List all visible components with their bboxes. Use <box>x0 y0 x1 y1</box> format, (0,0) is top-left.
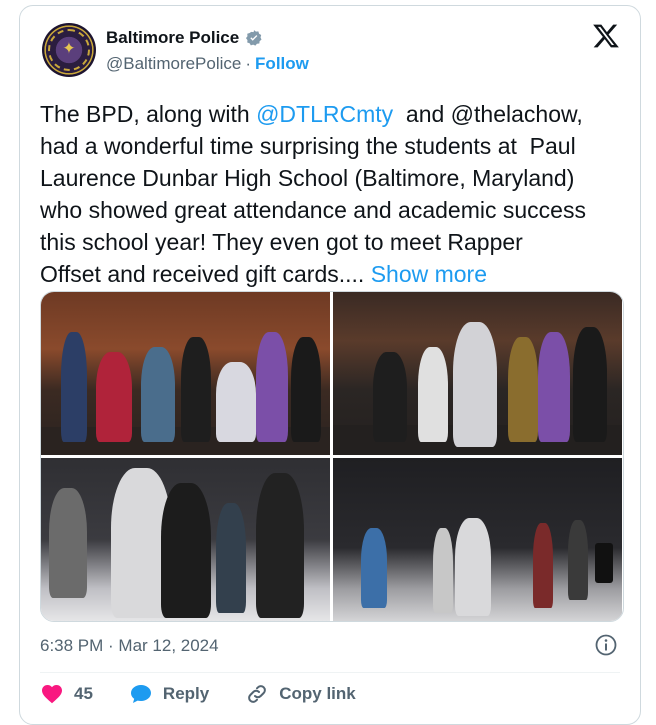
photo-person <box>291 337 321 442</box>
tweet-text-part: and @thelachow, had a wonderful time sur… <box>40 101 586 287</box>
photo-group-students-2[interactable] <box>333 292 622 455</box>
tweet-text-part: The BPD, along with <box>40 101 257 127</box>
photo-person <box>533 523 553 608</box>
photo-person <box>568 520 588 600</box>
handle-separator: · <box>245 54 252 73</box>
photo-person <box>418 347 448 442</box>
photo-hug-closeup[interactable] <box>41 458 330 621</box>
like-count: 45 <box>74 684 93 703</box>
photo-person <box>181 337 211 442</box>
photo-person <box>256 332 288 442</box>
action-bar: 45 Reply Copy link <box>40 682 392 706</box>
photo-person <box>216 503 246 613</box>
tweet-text: The BPD, along with @DTLRCmty and @thela… <box>40 98 630 290</box>
tweet-card: ✦ Baltimore Police @BaltimorePolice · Fo… <box>19 5 641 725</box>
photo-person <box>161 483 211 618</box>
like-button[interactable]: 45 <box>40 682 93 706</box>
tweet-timestamp[interactable]: 6:38 PM · Mar 12, 2024 <box>40 636 219 656</box>
photo-person <box>455 518 491 616</box>
media-grid <box>40 291 624 622</box>
copy-link-label: Copy link <box>279 684 356 703</box>
mention-link[interactable]: @DTLRCmty <box>256 101 393 127</box>
verified-badge-icon <box>246 30 262 46</box>
photo-person <box>61 332 87 442</box>
photo-person <box>141 347 175 442</box>
photo-person <box>538 332 570 442</box>
photo-group-students-1[interactable] <box>41 292 330 455</box>
divider <box>40 672 620 673</box>
follow-button[interactable]: Follow <box>255 54 309 74</box>
photo-speaker <box>595 543 613 583</box>
author-handle[interactable]: @BaltimorePolice <box>106 54 241 74</box>
photo-person <box>508 337 538 442</box>
photo-person <box>256 473 304 618</box>
show-more-link[interactable]: Show more <box>371 261 487 287</box>
photo-person <box>573 327 607 442</box>
avatar-seal-emblem-icon: ✦ <box>62 40 76 58</box>
author-display-name[interactable]: Baltimore Police <box>106 28 239 48</box>
photo-person <box>433 528 453 613</box>
photo-hug-stage[interactable] <box>333 458 622 621</box>
profile-avatar[interactable]: ✦ <box>42 23 96 77</box>
photo-person <box>373 352 407 442</box>
photo-person <box>361 528 387 608</box>
reply-bubble-icon <box>130 685 151 703</box>
photo-person <box>96 352 132 442</box>
copy-link-button[interactable]: Copy link <box>245 682 356 706</box>
photo-person <box>453 322 497 447</box>
reply-button[interactable]: Reply <box>129 682 209 706</box>
photo-person <box>216 362 256 442</box>
link-icon <box>248 685 267 703</box>
heart-icon <box>42 685 62 704</box>
info-icon[interactable] <box>594 633 618 657</box>
author-handle-row: @BaltimorePolice · Follow <box>106 54 309 74</box>
x-logo-icon[interactable] <box>592 22 620 50</box>
reply-label: Reply <box>162 684 210 703</box>
author-name-row: Baltimore Police <box>106 28 263 48</box>
photo-person <box>49 488 87 598</box>
